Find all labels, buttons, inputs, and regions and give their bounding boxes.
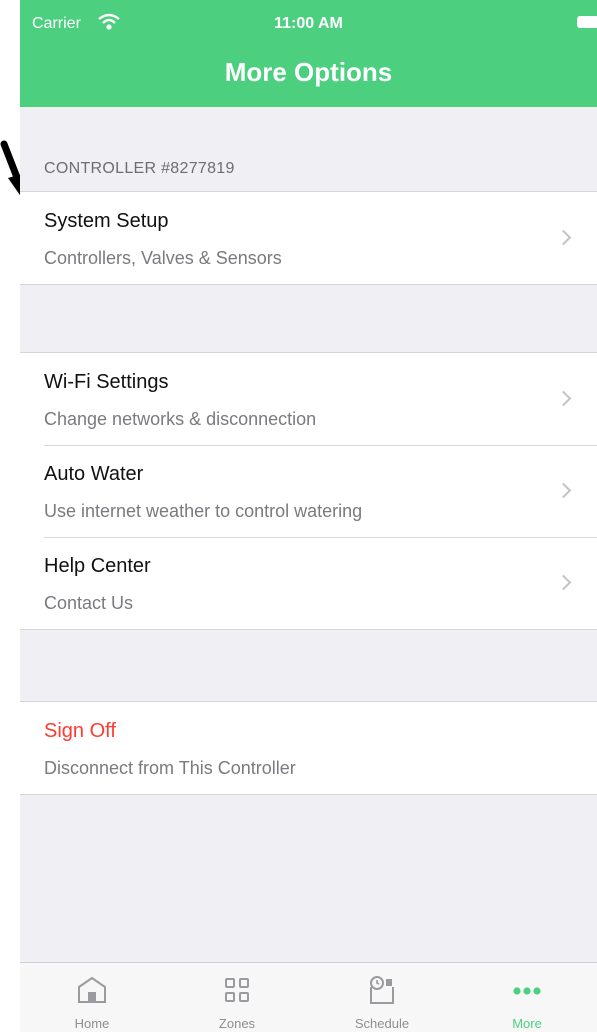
navigation-bar: Carrier 11:00 AM More Options (20, 0, 597, 107)
row-title: Auto Water (44, 463, 144, 485)
zones-grid-icon (225, 978, 249, 1002)
auto-water-row[interactable]: Auto Water Use internet weather to contr… (20, 445, 597, 537)
row-subtitle: Disconnect from This Controller (44, 758, 296, 778)
page-title: More Options (224, 57, 393, 87)
tab-more[interactable]: More (467, 963, 587, 1032)
chevron-right-icon (555, 229, 572, 246)
chevron-right-icon (555, 482, 572, 499)
system-setup-row[interactable]: System Setup Controllers, Valves & Senso… (20, 192, 597, 284)
more-dots-icon (513, 987, 541, 995)
tab-label: More (512, 1016, 542, 1031)
schedule-calendar-icon (370, 976, 394, 1004)
tab-bar: Home Zones Schedule More (20, 962, 597, 1032)
sign-off-label: Sign Off (44, 720, 116, 742)
status-time: 11:00 AM (274, 15, 343, 32)
row-title: Wi-Fi Settings (44, 371, 169, 393)
tab-schedule[interactable]: Schedule (322, 963, 442, 1032)
more-options-screen: Carrier 11:00 AM More Options CONTROLLER… (20, 0, 597, 1032)
row-subtitle: Contact Us (44, 593, 134, 613)
row-subtitle: Change networks & disconnection (44, 409, 317, 429)
tab-home[interactable]: Home (32, 963, 152, 1032)
sign-off-group: Sign Off Disconnect from This Controller (20, 701, 597, 795)
chevron-right-icon (555, 574, 572, 591)
row-subtitle: Use internet weather to control watering (44, 501, 363, 521)
help-center-row[interactable]: Help Center Contact Us (20, 537, 597, 629)
tab-zones[interactable]: Zones (177, 963, 297, 1032)
status-bar: Carrier 11:00 AM (20, 0, 597, 46)
tab-label: Zones (218, 1016, 256, 1031)
section-header-controller: CONTROLLER #8277819 (44, 160, 235, 177)
settings-group: Wi-Fi Settings Change networks & disconn… (20, 352, 597, 630)
controller-group: System Setup Controllers, Valves & Senso… (20, 191, 597, 285)
battery-icon (577, 16, 597, 28)
tab-label: Home (74, 1016, 110, 1031)
row-subtitle: Controllers, Valves & Sensors (44, 248, 282, 268)
chevron-right-icon (555, 390, 572, 407)
sign-off-row[interactable]: Sign Off Disconnect from This Controller (20, 702, 597, 794)
row-title: System Setup (44, 210, 169, 232)
home-icon (78, 976, 106, 1003)
row-title: Help Center (44, 555, 151, 577)
wifi-settings-row[interactable]: Wi-Fi Settings Change networks & disconn… (20, 353, 597, 445)
tab-label: Schedule (354, 1016, 410, 1031)
